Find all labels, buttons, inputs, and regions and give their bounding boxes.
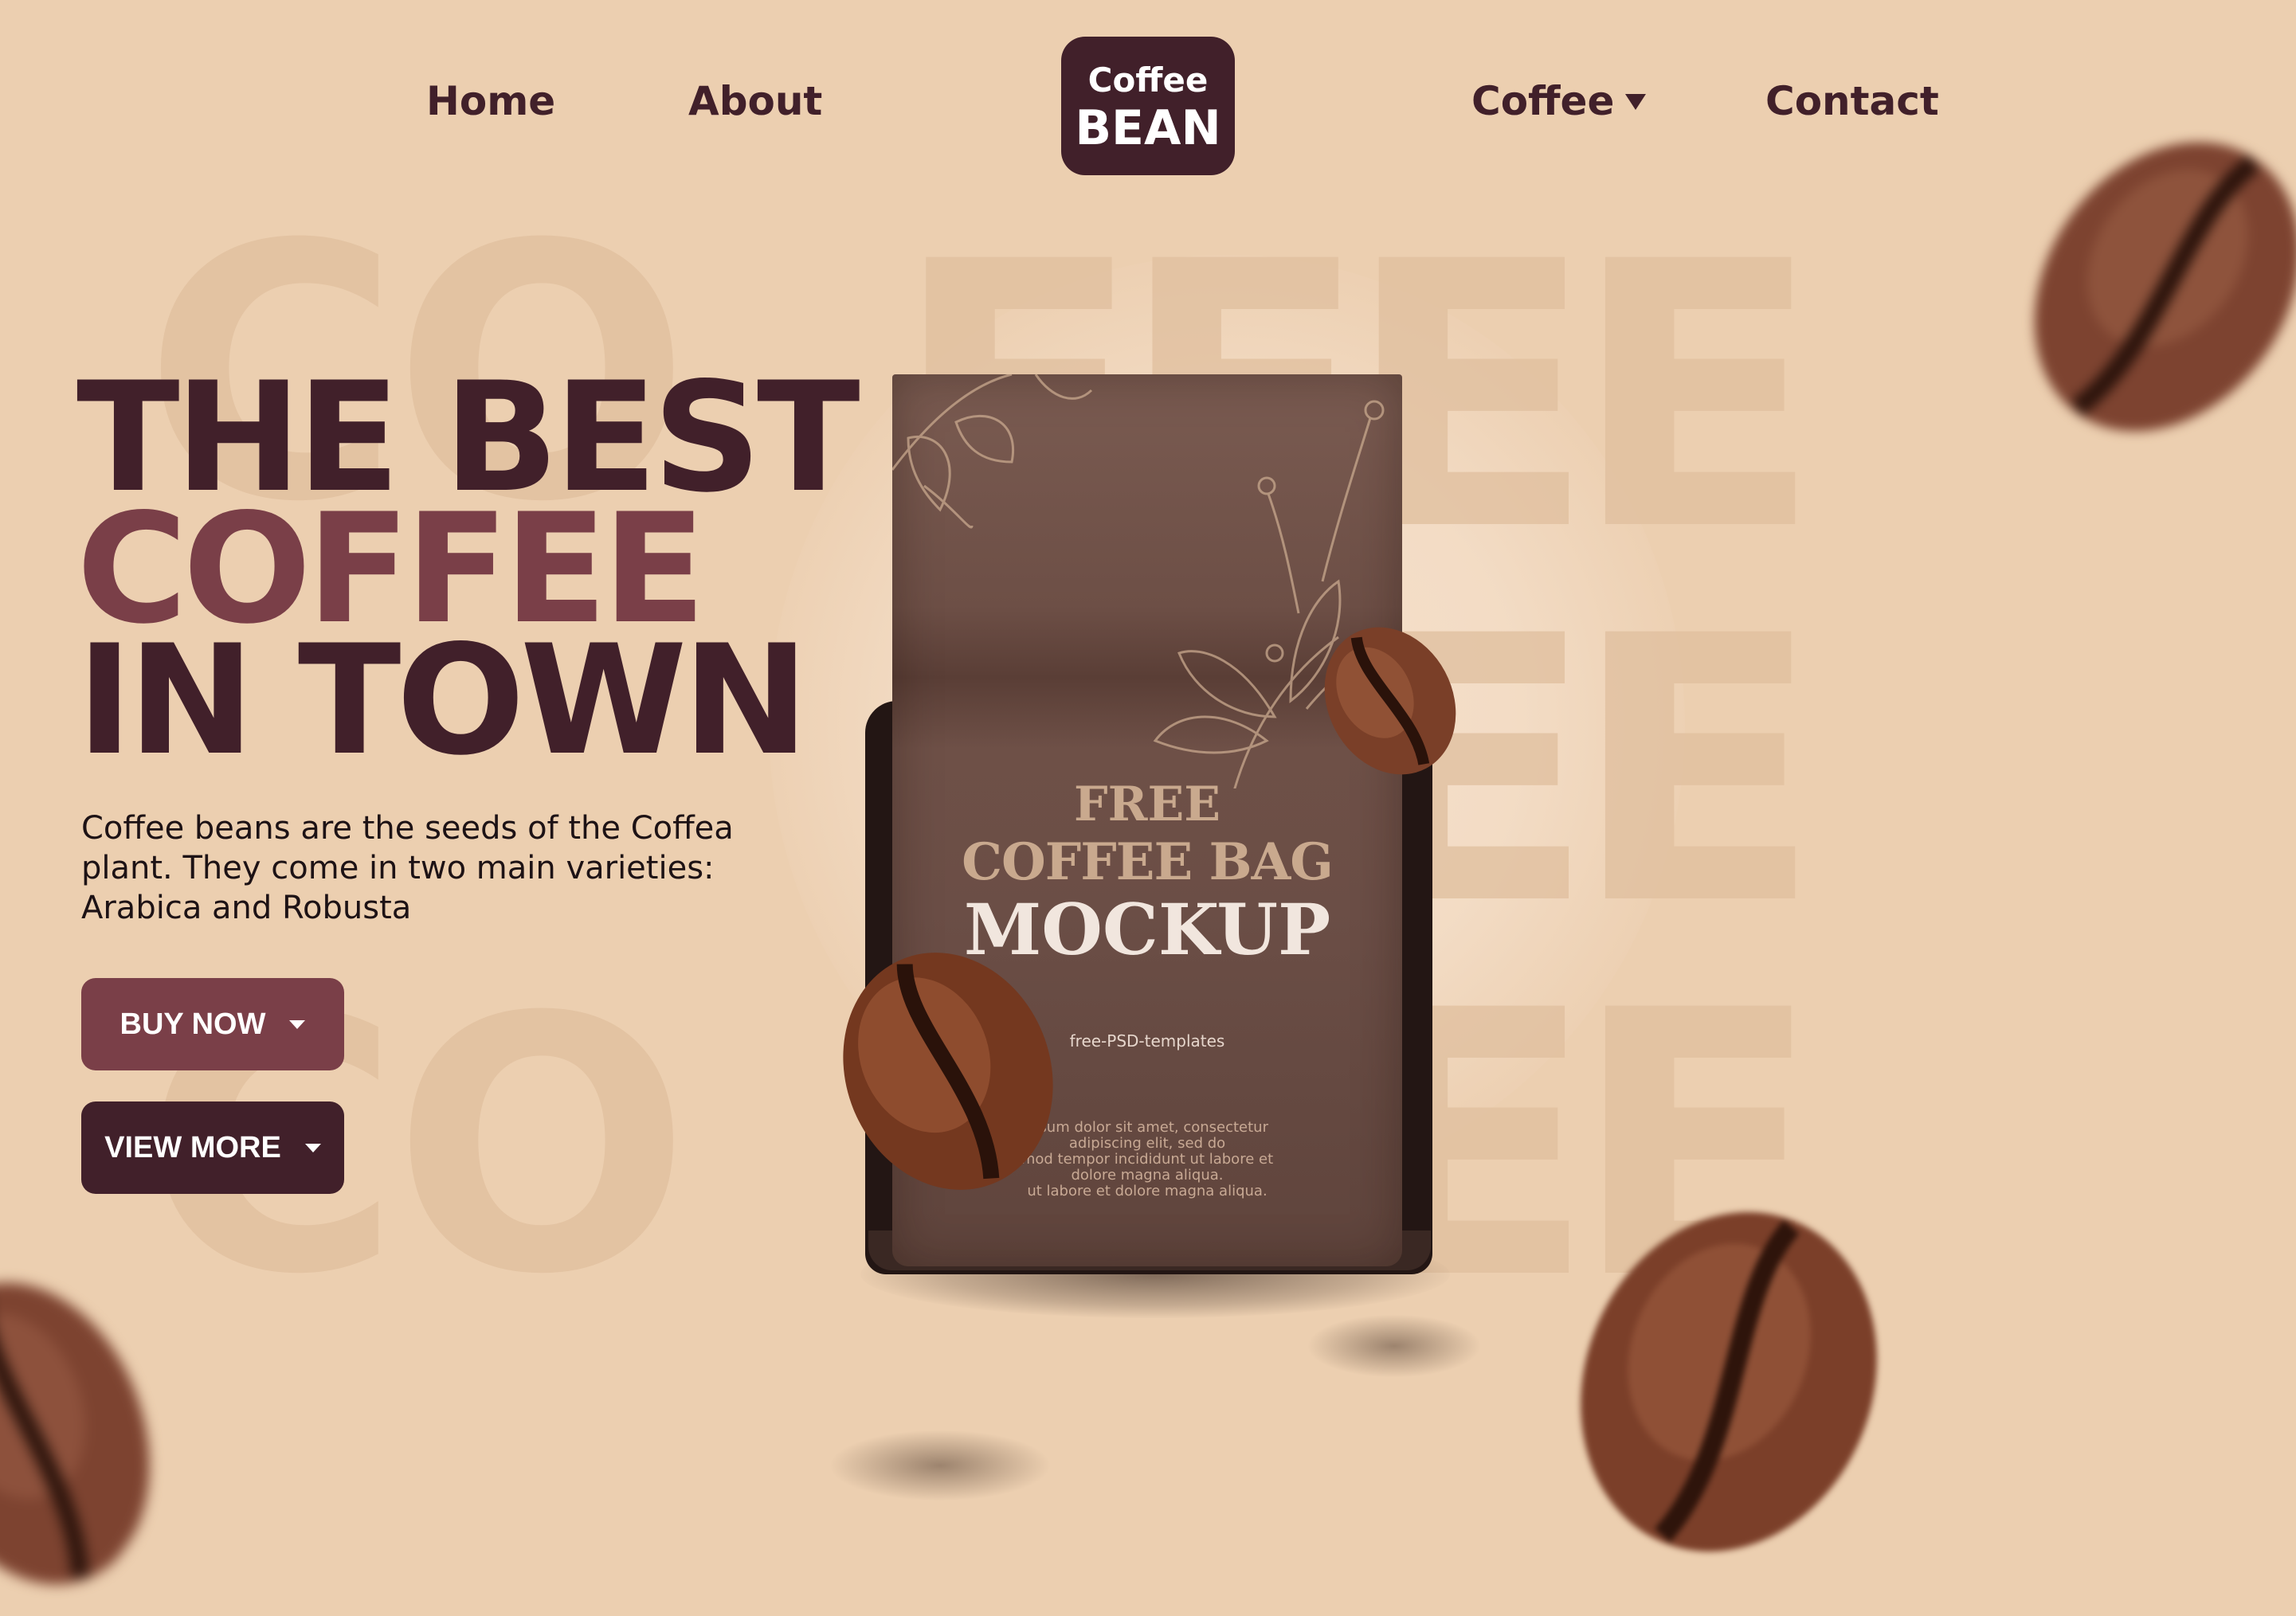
buy-now-label: BUY NOW <box>120 1007 266 1041</box>
nav-coffee-dropdown[interactable]: Coffee <box>1471 78 1647 124</box>
view-more-button[interactable]: VIEW MORE <box>81 1101 344 1194</box>
bag-title-line-1: FREE <box>1074 777 1220 832</box>
nav-about-link[interactable]: About <box>688 78 822 124</box>
landing-page: CO CO FFEE FFEE FFEE Home About Coffee C… <box>0 0 2296 1616</box>
coffee-bean-image <box>0 1282 150 1585</box>
caret-down-icon <box>289 1019 306 1029</box>
nav-contact-link[interactable]: Contact <box>1765 78 1939 124</box>
view-more-label: VIEW MORE <box>104 1130 281 1164</box>
logo-line-1: Coffee <box>1087 61 1209 100</box>
hero-headline-line-3: IN TOWN <box>76 612 809 788</box>
bean-shadow-right <box>1307 1314 1482 1378</box>
bean-shadow-left <box>829 1430 1052 1501</box>
coffee-bean-image <box>1324 627 1456 775</box>
nav-home-link[interactable]: Home <box>426 78 555 124</box>
logo-line-2: BEAN <box>1075 100 1221 156</box>
coffee-bean-image <box>1581 1211 1877 1552</box>
bag-title-line-2: COFFEE BAG <box>962 832 1334 892</box>
chevron-down-icon <box>1625 93 1647 110</box>
caret-down-icon <box>304 1143 321 1152</box>
brand-logo[interactable]: Coffee BEAN <box>1061 37 1235 175</box>
nav-coffee-label: Coffee <box>1471 78 1615 124</box>
coffee-bean-image <box>2034 142 2296 432</box>
hero-description: Coffee beans are the seeds of the Coffea… <box>81 810 734 926</box>
coffee-bean-image <box>843 953 1053 1190</box>
buy-now-button[interactable]: BUY NOW <box>81 978 344 1070</box>
